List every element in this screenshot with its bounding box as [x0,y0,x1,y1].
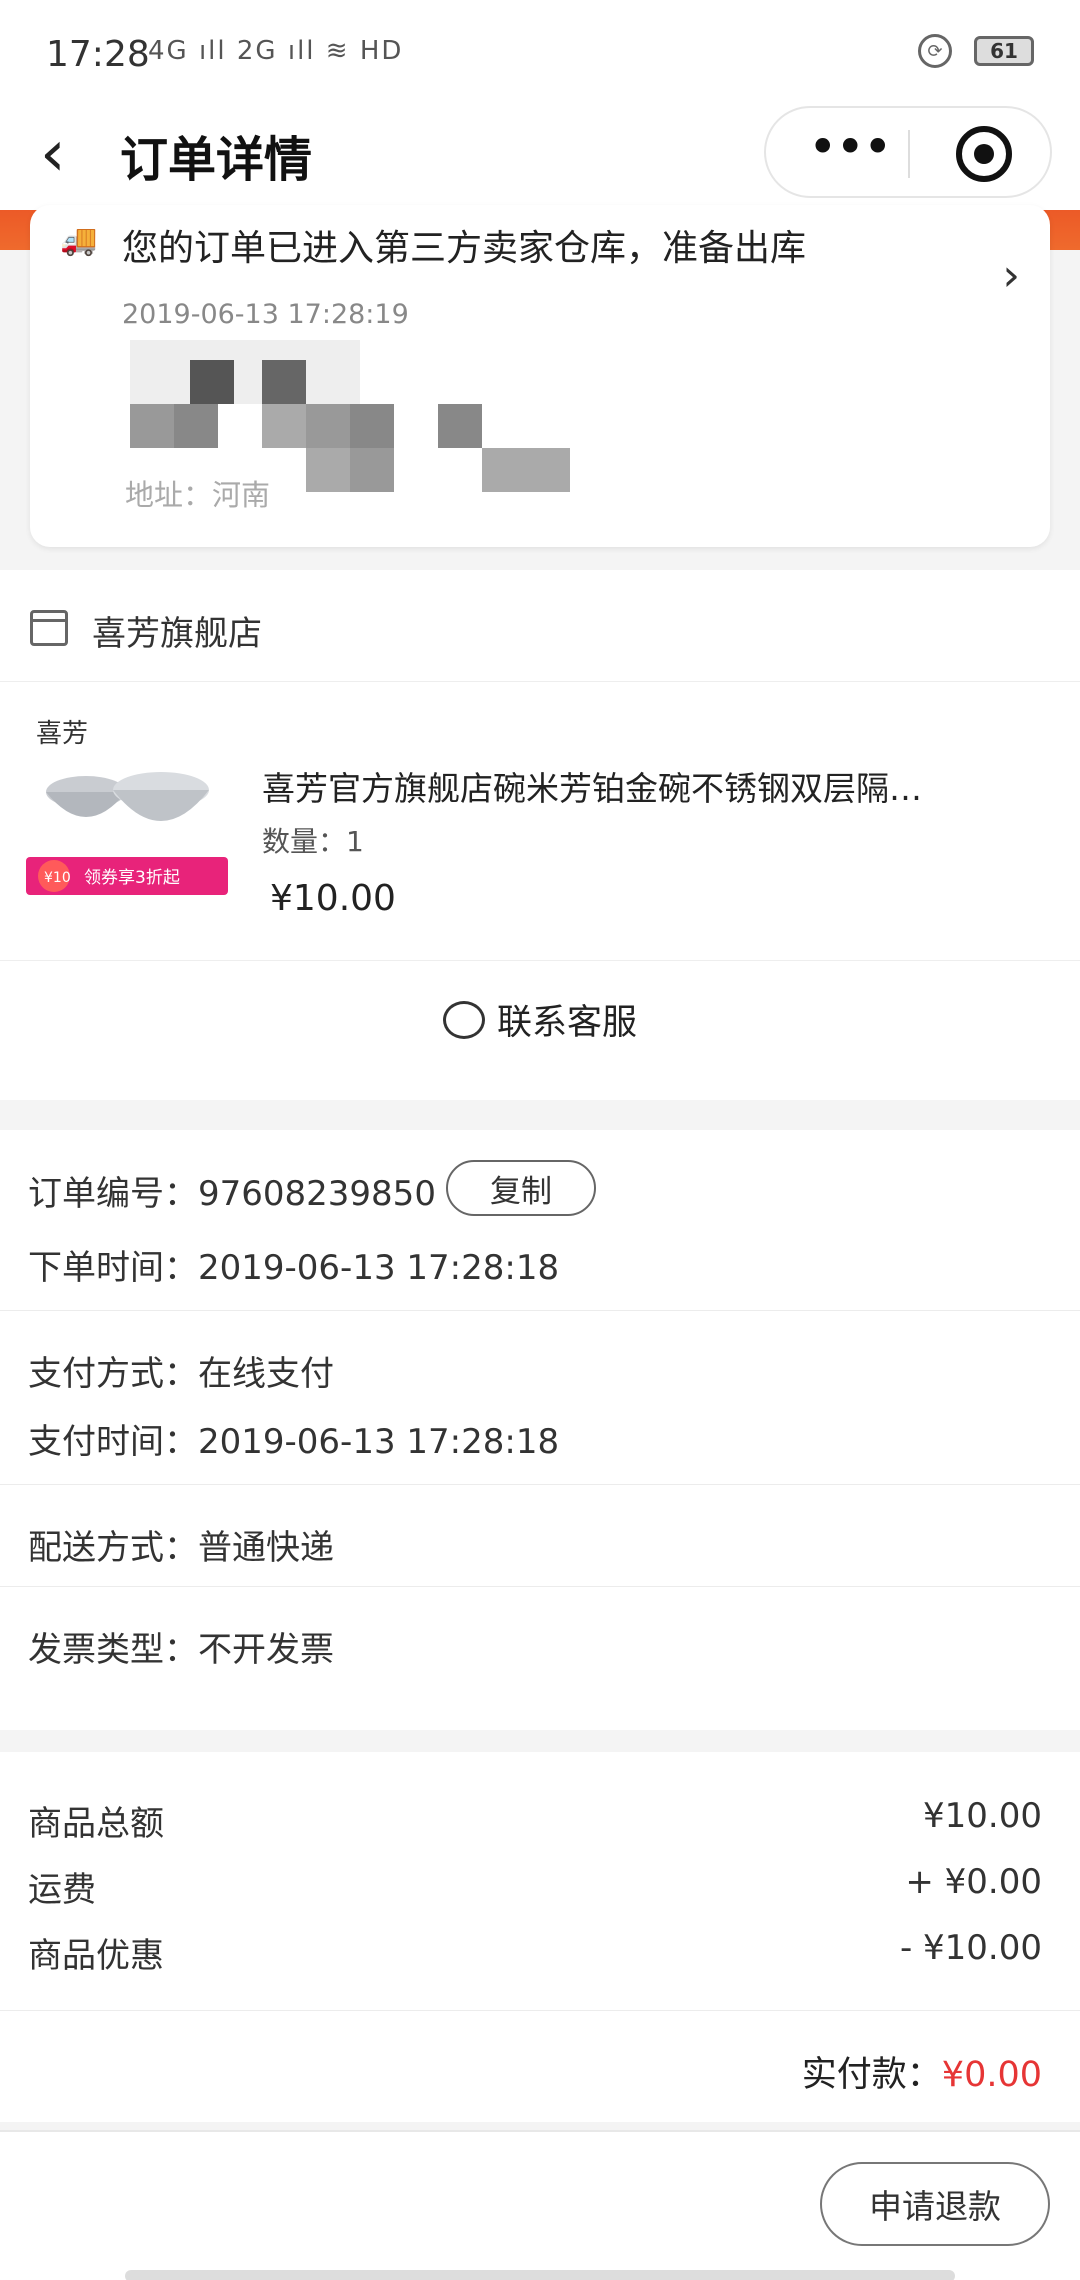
pay-time: 支付时间：2019-06-13 17:28:18 [28,1422,560,1462]
shop-name: 喜芳旗舰店 [92,614,262,654]
chevron-right-icon: › [1002,250,1020,301]
invoice-type: 发票类型：不开发票 [28,1630,334,1670]
rotation-lock-icon: ⟳ [918,34,952,68]
capsule-divider [908,130,910,178]
more-icon[interactable]: ••• [808,122,892,172]
delivery-method: 配送方式：普通快递 [28,1528,334,1568]
status-time: 17:28 [46,34,150,75]
discount-row: 商品优惠 - ¥10.00 [28,1928,1042,1977]
shipping-row: 运费 + ¥0.00 [28,1862,1042,1911]
miniprogram-capsule: ••• [764,106,1052,198]
paid-value: ¥0.00 [941,2055,1042,2095]
back-icon[interactable]: ‹ [40,122,66,186]
promo-badge: ¥10 [44,870,71,886]
payment-summary-section: 商品总额 ¥10.00 运费 + ¥0.00 商品优惠 - ¥10.00 实付款… [0,1752,1080,2122]
refund-button[interactable]: 申请退款 [820,2162,1050,2246]
order-info-section: 订单编号：97608239850 复制 下单时间：2019-06-13 17:2… [0,1130,1080,1730]
address-mosaic [60,340,840,570]
shipping-value: + ¥0.00 [905,1862,1042,1902]
product-price: ¥10.00 [270,878,396,919]
order-time: 下单时间：2019-06-13 17:28:18 [28,1248,560,1288]
divider [0,2010,1080,2011]
order-product-section: 喜芳旗舰店 喜芳 ¥10 领券享3折起 喜芳官方旗舰店碗米芳铂金碗不锈钢双层隔…… [0,570,1080,1100]
discount-value: - ¥10.00 [899,1928,1042,1968]
goods-total-value: ¥10.00 [923,1796,1042,1836]
network-signal-icon: 4G ıll 2G ıll ≋ HD [148,36,404,66]
store-icon [30,610,68,646]
divider [0,1484,1080,1485]
contact-service-label: 联系客服 [496,1003,637,1043]
paid-total: 实付款：¥0.00 [802,2046,1042,2097]
contact-service-button[interactable]: 联系客服 [0,960,1080,1078]
logistics-time: 2019-06-13 17:28:19 [122,299,409,330]
product-quantity: 数量：1 [262,825,364,858]
divider [0,1586,1080,1587]
status-bar: 17:28 4G ıll 2G ıll ≋ HD ⟳ 61 [0,0,1080,110]
paid-label: 实付款： [801,2055,942,2095]
shop-row[interactable]: 喜芳旗舰店 [0,570,1080,682]
product-title: 喜芳官方旗舰店碗米芳铂金碗不锈钢双层隔… [262,769,922,808]
bottom-action-bar: 申请退款 [0,2130,1080,2280]
product-image: 喜芳 ¥10 领券享3折起 [26,702,228,900]
chat-smile-icon [442,1000,485,1039]
shipping-label: 运费 [28,1870,96,1910]
page-title: 订单详情 [120,132,313,188]
discount-label: 商品优惠 [28,1936,164,1976]
battery-icon: 61 [974,36,1034,66]
logistics-status: 您的订单已进入第三方卖家仓库，准备出库 [122,228,807,269]
divider [0,1310,1080,1311]
copy-button[interactable]: 复制 [446,1160,596,1216]
goods-total-label: 商品总额 [28,1804,164,1844]
promo-text: 领券享3折起 [84,868,180,888]
brand-logo: 喜芳 [36,719,88,749]
goods-total-row: 商品总额 ¥10.00 [28,1796,1042,1845]
close-target-icon[interactable] [956,126,1012,182]
truck-icon: 🚚 [60,223,98,258]
pay-method: 支付方式：在线支付 [28,1354,334,1394]
product-item[interactable]: 喜芳 ¥10 领券享3折起 喜芳官方旗舰店碗米芳铂金碗不锈钢双层隔… 数量：1 … [0,682,1080,919]
order-number: 订单编号：97608239850 [28,1174,436,1214]
nav-bar: ‹ 订单详情 ••• [0,100,1080,210]
home-indicator [125,2270,955,2280]
address-label: 地址：河南 [125,478,271,512]
